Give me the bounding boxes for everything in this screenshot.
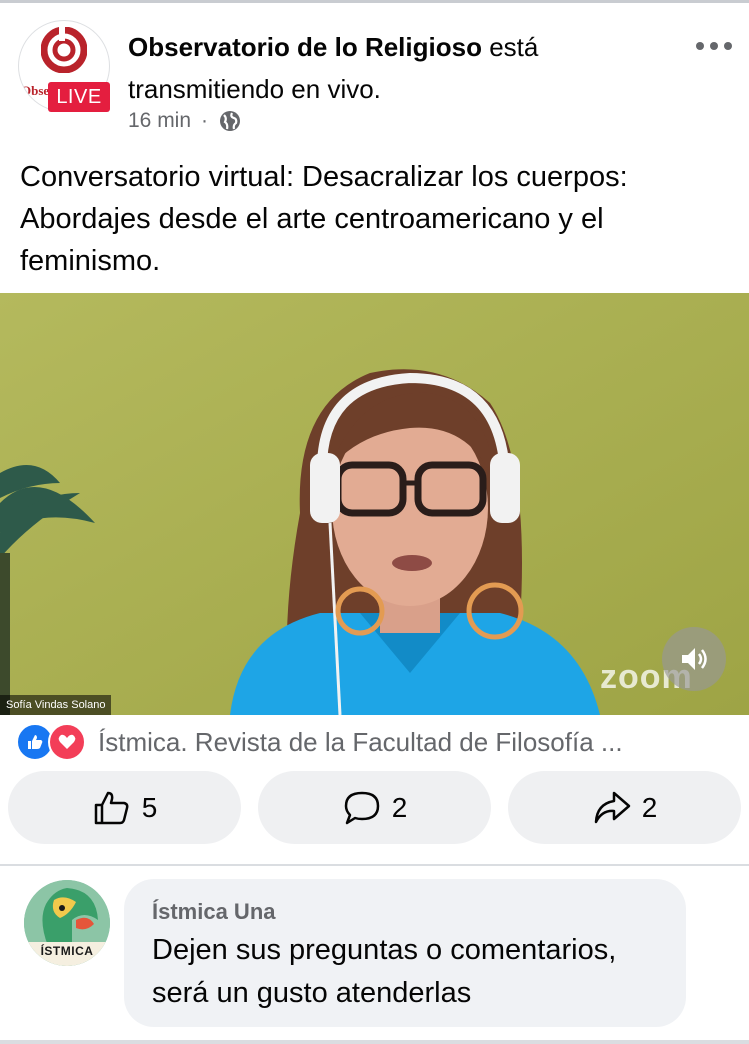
comment-bubble: Ístmica Una Dejen sus preguntas o coment… xyxy=(124,879,686,1027)
section-divider xyxy=(0,864,749,866)
comment-icon xyxy=(344,791,379,824)
reactions-bar[interactable]: Ístmica. Revista de la Facultad de Filos… xyxy=(16,723,736,761)
speaker-icon xyxy=(682,648,707,670)
share-button[interactable]: 2 xyxy=(508,771,741,844)
like-count: 5 xyxy=(141,791,158,823)
globe-icon xyxy=(220,111,241,131)
commenter-avatar[interactable]: ÍSTMICA xyxy=(24,880,110,966)
video-frame xyxy=(0,293,749,715)
post-headline: Observatorio de lo Religioso está transm… xyxy=(128,26,688,110)
meta-separator: · xyxy=(201,109,209,132)
post-meta: 16 min · xyxy=(128,109,242,133)
reactions-summary[interactable]: Ístmica. Revista de la Facultad de Filos… xyxy=(98,727,623,758)
like-button[interactable]: 5 xyxy=(8,771,241,844)
comment-text: Dejen sus preguntas o comentarios, será … xyxy=(152,934,617,1009)
more-options-icon[interactable] xyxy=(694,36,734,56)
post-time[interactable]: 16 min xyxy=(128,109,191,133)
love-icon xyxy=(48,723,86,761)
share-count: 2 xyxy=(641,791,658,823)
speaker-button[interactable] xyxy=(662,627,726,691)
bottom-divider xyxy=(0,1040,749,1044)
comment-author[interactable]: Ístmica Una xyxy=(152,899,276,925)
thumbs-up-icon xyxy=(94,791,129,824)
istmica-logo-text: ÍSTMICA xyxy=(40,944,94,958)
live-badge: LIVE xyxy=(48,82,110,112)
share-icon xyxy=(594,791,630,823)
page-logo-text: Obse xyxy=(21,83,50,98)
top-divider xyxy=(0,0,749,3)
post-text: Conversatorio virtual: Desacralizar los … xyxy=(20,161,628,277)
comment-count: 2 xyxy=(391,791,408,823)
comment-button[interactable]: 2 xyxy=(258,771,491,844)
live-video[interactable]: Sofía Vindas Solano zoom xyxy=(0,293,749,715)
page-logo xyxy=(41,27,87,73)
speaker-name-tag: Sofía Vindas Solano xyxy=(0,695,112,715)
page-name-link[interactable]: Observatorio de lo Religioso xyxy=(128,32,482,62)
